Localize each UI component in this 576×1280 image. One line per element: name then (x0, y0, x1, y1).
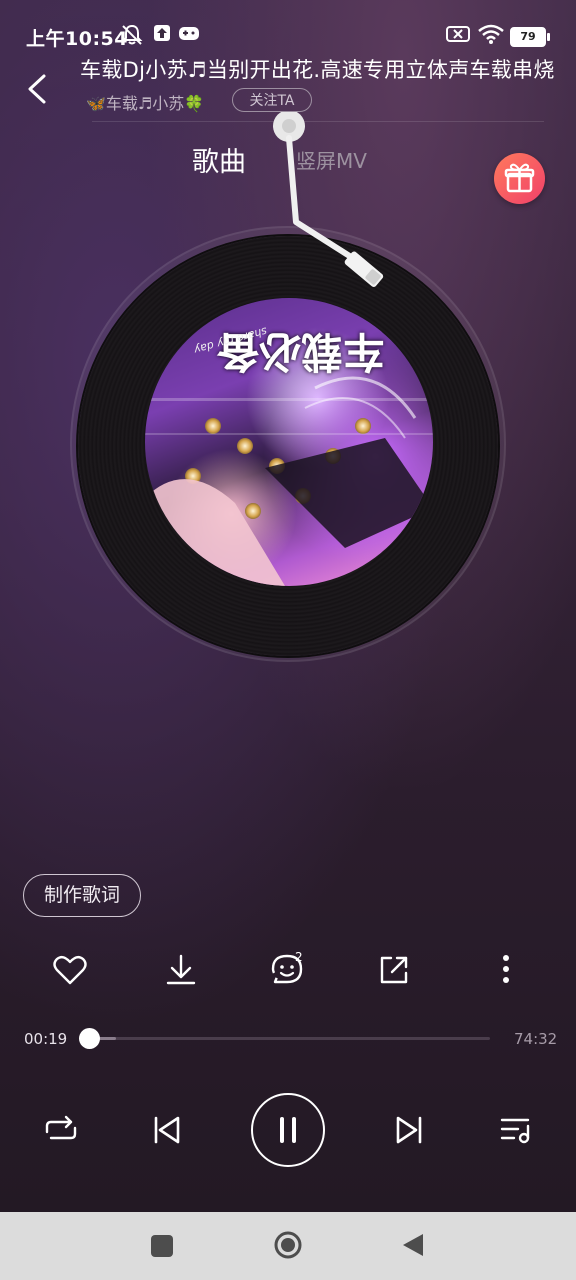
album-cover: 车载必备 share my day (145, 298, 433, 586)
playlist-icon[interactable] (494, 1108, 538, 1152)
back-icon[interactable] (22, 70, 58, 108)
make-lyrics-button[interactable]: 制作歌词 (23, 874, 141, 917)
battery-indicator: 79 (510, 27, 550, 47)
download-icon[interactable] (161, 950, 201, 990)
gift-button[interactable] (494, 153, 545, 204)
gamepad-icon (179, 27, 199, 40)
wifi-icon (478, 24, 504, 44)
pause-icon (280, 1117, 296, 1143)
sim-disabled-icon (446, 26, 470, 42)
song-title: 车载Dj小苏♬当别开出花.高速专用立体声车载串烧 (80, 58, 555, 82)
tonearm (273, 112, 384, 288)
nav-back-icon[interactable] (401, 1232, 425, 1258)
gift-icon (504, 163, 535, 193)
comment-count-badge: 2 (295, 950, 303, 964)
artist-name[interactable]: 🦋车载♬小苏🍀 (86, 90, 204, 114)
progress-thumb[interactable] (78, 1028, 100, 1049)
previous-icon[interactable] (146, 1108, 190, 1152)
current-time: 00:19 (24, 1030, 68, 1048)
heart-icon[interactable] (50, 950, 90, 990)
total-time: 74:32 (514, 1030, 558, 1048)
home-icon[interactable] (273, 1230, 303, 1260)
tab-song[interactable]: 歌曲 (192, 140, 246, 179)
repeat-icon[interactable] (39, 1108, 83, 1152)
recent-apps-icon[interactable] (151, 1235, 173, 1257)
mute-bell-icon (121, 24, 143, 45)
upload-icon (154, 25, 170, 41)
follow-button[interactable]: 关注TA (232, 88, 312, 112)
status-time: 上午10:54 (26, 28, 128, 50)
more-icon[interactable] (486, 950, 526, 990)
play-pause-button[interactable] (251, 1093, 325, 1167)
next-icon[interactable] (386, 1108, 430, 1152)
progress-track[interactable] (88, 1037, 490, 1040)
share-icon[interactable] (374, 950, 414, 990)
